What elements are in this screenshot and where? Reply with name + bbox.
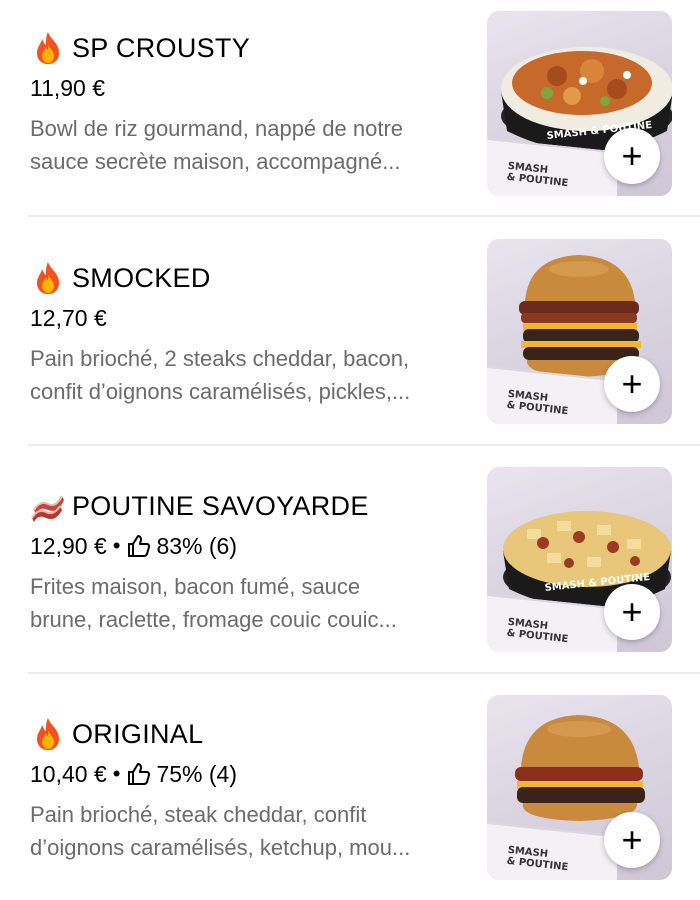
item-meta: 12,70 € [30, 302, 470, 334]
title-row: SP CROUSTY [30, 28, 470, 68]
add-button[interactable]: + [604, 584, 660, 640]
item-photo[interactable]: SMASH & POUTINE SMASH & POUTINE + [487, 11, 672, 196]
menu-item-text: SMOCKED 12,70 € Pain brioché, 2 steaks c… [30, 258, 470, 408]
item-description: Pain brioché, steak cheddar, confit d’oi… [30, 798, 475, 864]
item-title: SP CROUSTY [72, 32, 251, 63]
item-price: 10,40 € [30, 760, 107, 787]
item-photo[interactable]: SMASH & POUTINE + [487, 239, 672, 424]
thumbs-up-icon [128, 535, 151, 557]
description-line: brune, raclette, fromage couic couic... [30, 607, 397, 632]
fire-icon [37, 718, 59, 750]
description-line: d’oignons caramélisés, ketchup, mou... [30, 835, 411, 860]
description-line: Bowl de riz gourmand, nappé de notre [30, 116, 404, 141]
item-price: 12,90 € [30, 532, 107, 559]
item-title: ORIGINAL [72, 718, 204, 749]
meta-separator: • [112, 533, 121, 558]
item-photo[interactable]: SMASH & POUTINE + [487, 695, 672, 880]
title-row: POUTINE SAVOYARDE [30, 486, 470, 526]
item-meta: 11,90 € [30, 72, 470, 104]
fire-icon [37, 32, 59, 64]
item-meta: 10,40 € • 75% (4) [30, 758, 470, 790]
add-button[interactable]: + [604, 356, 660, 412]
description-line: confit d’oignons caramélisés, pickles,..… [30, 379, 411, 404]
title-row: SMOCKED [30, 258, 470, 298]
item-rating: 75% (4) [156, 760, 237, 787]
menu-item-text: ORIGINAL 10,40 € • 75% (4) Pain brioché,… [30, 714, 470, 864]
menu-item-original[interactable]: ORIGINAL 10,40 € • 75% (4) Pain brioché,… [0, 684, 700, 900]
item-meta: 12,90 € • 83% (6) [30, 530, 470, 562]
description-line: Pain brioché, steak cheddar, confit [30, 802, 367, 827]
item-price: 11,90 € [30, 74, 106, 101]
title-row: ORIGINAL [30, 714, 470, 754]
meta-separator: • [112, 761, 121, 786]
item-price: 12,70 € [30, 304, 107, 331]
description-line: sauce secrète maison, accompagné... [30, 149, 401, 174]
divider [28, 215, 700, 217]
item-rating: 83% (6) [156, 532, 237, 559]
item-description: Pain brioché, 2 steaks cheddar, bacon, c… [30, 342, 475, 408]
menu-item-text: SP CROUSTY 11,90 € Bowl de riz gourmand,… [30, 28, 470, 178]
menu-item-smocked[interactable]: SMOCKED 12,70 € Pain brioché, 2 steaks c… [0, 228, 700, 456]
item-title: SMOCKED [72, 262, 211, 293]
menu-item-text: POUTINE SAVOYARDE 12,90 € • 83% (6) Frit… [30, 486, 470, 636]
thumbs-up-icon [128, 763, 151, 785]
divider [28, 444, 700, 446]
add-button[interactable]: + [604, 812, 660, 868]
add-button[interactable]: + [604, 128, 660, 184]
bacon-icon [31, 495, 64, 522]
item-description: Bowl de riz gourmand, nappé de notre sau… [30, 112, 475, 178]
menu-item-sp-crousty[interactable]: SP CROUSTY 11,90 € Bowl de riz gourmand,… [0, 0, 700, 228]
item-photo[interactable]: SMASH & POUTINE SMASH & POUTINE + [487, 467, 672, 652]
description-line: Frites maison, bacon fumé, sauce [30, 574, 361, 599]
menu-item-poutine-savoyarde[interactable]: POUTINE SAVOYARDE 12,90 € • 83% (6) Frit… [0, 456, 700, 684]
fire-icon [37, 262, 59, 294]
item-title: POUTINE SAVOYARDE [72, 490, 369, 521]
description-line: Pain brioché, 2 steaks cheddar, bacon, [30, 346, 410, 371]
item-description: Frites maison, bacon fumé, sauce brune, … [30, 570, 475, 636]
divider [28, 672, 700, 674]
menu-item-list: SP CROUSTY 11,90 € Bowl de riz gourmand,… [0, 0, 700, 900]
